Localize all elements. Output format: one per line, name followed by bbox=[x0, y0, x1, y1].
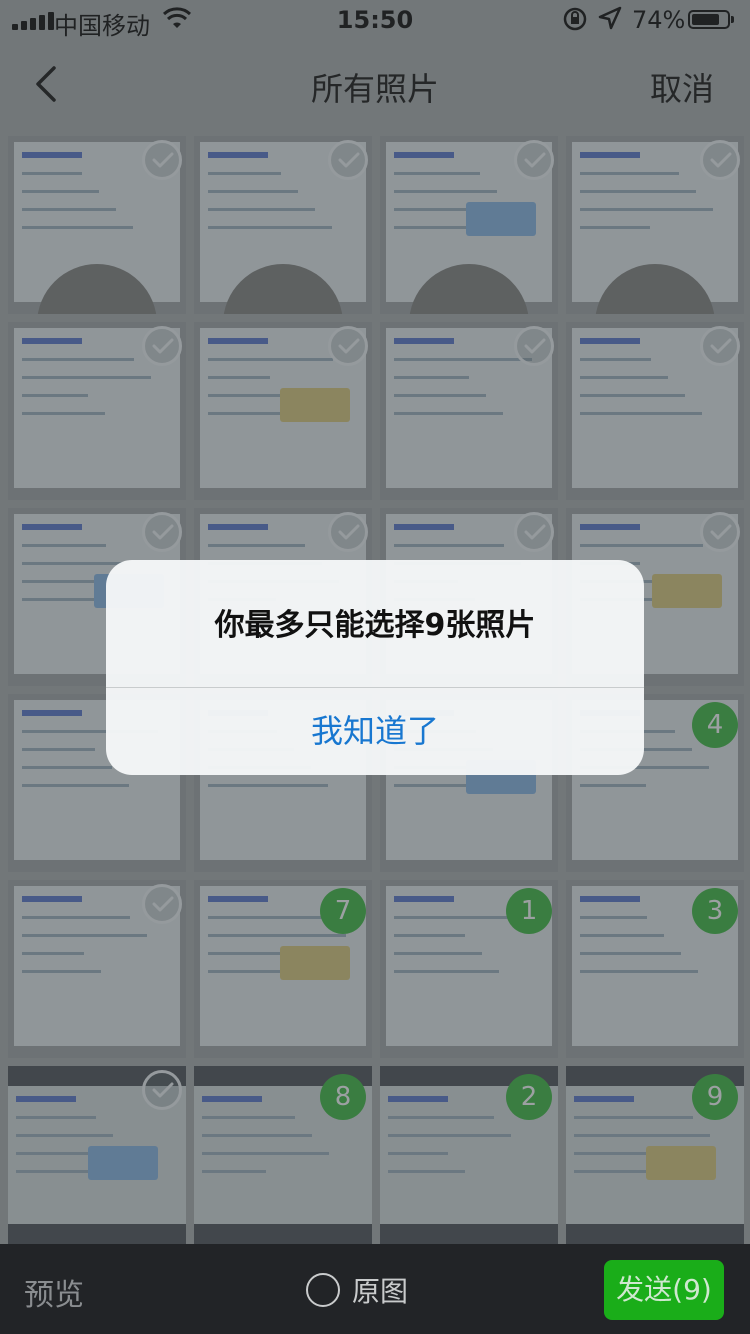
original-image-label: 原图 bbox=[352, 1275, 409, 1308]
alert-dialog: 你最多只能选择9张照片 我知道了 bbox=[106, 560, 644, 775]
radio-circle-icon bbox=[306, 1273, 340, 1307]
bottom-toolbar: 预览 原图 发送(9) bbox=[0, 1244, 750, 1334]
send-button[interactable]: 发送(9) bbox=[604, 1260, 724, 1320]
original-image-toggle[interactable]: 原图 bbox=[306, 1270, 408, 1310]
preview-button[interactable]: 预览 bbox=[24, 1270, 84, 1314]
alert-message: 你最多只能选择9张照片 bbox=[214, 608, 536, 643]
alert-ok-button[interactable]: 我知道了 bbox=[106, 688, 644, 775]
